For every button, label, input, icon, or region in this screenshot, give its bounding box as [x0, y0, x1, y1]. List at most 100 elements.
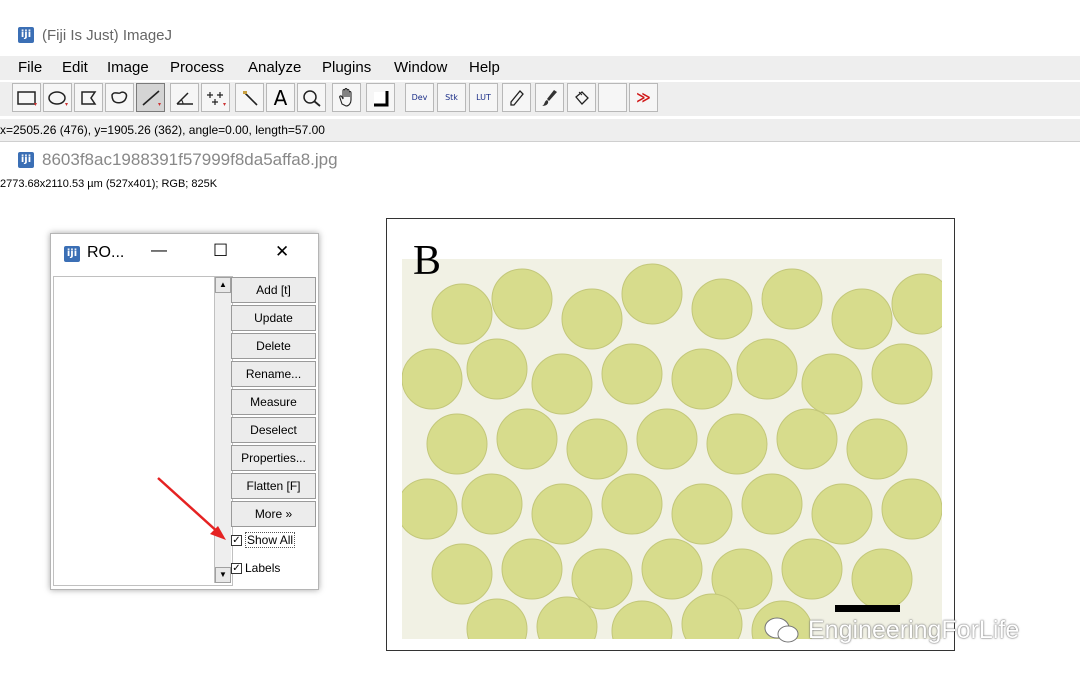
bead	[601, 343, 663, 405]
watermark: EngineeringForLife	[762, 615, 1019, 645]
wand-tool[interactable]	[235, 83, 264, 112]
bead	[496, 408, 558, 470]
bead	[501, 538, 563, 600]
color-picker-tool[interactable]	[366, 83, 395, 112]
fiji-icon: iji	[18, 27, 34, 43]
app-titlebar: iji (Fiji Is Just) ImageJ	[18, 25, 172, 45]
minimize-button[interactable]: —	[151, 242, 167, 260]
freehand-tool[interactable]	[105, 83, 134, 112]
text-tool-label: A	[273, 85, 288, 110]
more-tools-label: ≫	[636, 89, 651, 106]
menu-window[interactable]: Window	[394, 59, 447, 76]
bead	[491, 268, 553, 330]
scale-bar	[835, 605, 900, 612]
developer-menu-label: Dev	[411, 93, 428, 102]
bead	[811, 483, 873, 545]
properties-button[interactable]: Properties...	[231, 445, 316, 471]
text-tool[interactable]: A	[266, 83, 295, 112]
image-window-titlebar: iji 8603f8ac1988391f57999f8da5affa8.jpg	[18, 150, 338, 170]
bead	[831, 288, 893, 350]
bead	[431, 283, 493, 345]
toolbar: A Dev Stk LUT ≫	[0, 82, 1080, 116]
bead	[466, 338, 528, 400]
developer-menu[interactable]: Dev	[405, 83, 434, 112]
bead	[871, 343, 933, 405]
bead	[461, 473, 523, 535]
labels-checkbox[interactable]: ✓ Labels	[231, 558, 316, 578]
menu-bar: File Edit Image Process Analyze Plugins …	[0, 56, 1080, 80]
empty-slot	[598, 83, 627, 112]
menu-plugins[interactable]: Plugins	[322, 59, 371, 76]
angle-tool[interactable]	[170, 83, 199, 112]
bead	[402, 478, 458, 540]
more-tools-switch[interactable]: ≫	[629, 83, 658, 112]
bead	[641, 538, 703, 600]
annotation-arrow-icon	[157, 477, 226, 540]
maximize-button[interactable]: ☐	[213, 241, 228, 261]
bead	[851, 548, 913, 610]
bead	[706, 413, 768, 475]
lut-menu[interactable]: LUT	[469, 83, 498, 112]
bead	[691, 278, 753, 340]
bead	[801, 353, 863, 415]
update-button[interactable]: Update	[231, 305, 316, 331]
scroll-up-icon[interactable]: ▲	[215, 277, 231, 293]
menu-file[interactable]: File	[18, 59, 42, 76]
magnifying-glass-tool[interactable]	[297, 83, 326, 112]
scrolling-tool[interactable]	[332, 83, 361, 112]
fiji-icon: iji	[18, 152, 34, 168]
bead	[561, 288, 623, 350]
image-window-title: 8603f8ac1988391f57999f8da5affa8.jpg	[42, 150, 338, 169]
bead	[671, 483, 733, 545]
status-bar: x=2505.26 (476), y=1905.26 (362), angle=…	[0, 119, 1080, 142]
fiji-icon: iji	[64, 246, 80, 262]
bead	[531, 483, 593, 545]
app-title: (Fiji Is Just) ImageJ	[42, 26, 173, 44]
labels-label: Labels	[245, 561, 281, 575]
brush-tool[interactable]	[535, 83, 564, 112]
more-button[interactable]: More »	[231, 501, 316, 527]
polygon-tool[interactable]	[74, 83, 103, 112]
bead	[761, 268, 823, 330]
bead	[566, 418, 628, 480]
bead	[601, 473, 663, 535]
bead	[776, 408, 838, 470]
straight-line-tool[interactable]	[136, 83, 165, 112]
bead	[736, 338, 798, 400]
oval-tool[interactable]	[43, 83, 72, 112]
measure-button[interactable]: Measure	[231, 389, 316, 415]
wechat-icon	[764, 617, 799, 643]
point-tool[interactable]	[201, 83, 230, 112]
roi-manager-titlebar[interactable]: iji RO... — ☐ ✕	[51, 234, 318, 274]
figure-label: B	[413, 238, 442, 284]
show-all-checkbox[interactable]: ✓ Show All	[231, 530, 316, 550]
bead	[426, 413, 488, 475]
lut-menu-label: LUT	[476, 93, 491, 102]
pencil-tool[interactable]	[502, 83, 531, 112]
watermark-text: EngineeringForLife	[808, 615, 1020, 644]
menu-process[interactable]: Process	[170, 59, 224, 76]
stacks-menu[interactable]: Stk	[437, 83, 466, 112]
deselect-button[interactable]: Deselect	[231, 417, 316, 443]
menu-analyze[interactable]: Analyze	[248, 59, 301, 76]
image-canvas[interactable]: B	[386, 218, 955, 651]
add-button[interactable]: Add [t]	[231, 277, 316, 303]
image-info: 2773.68x2110.53 µm (527x401); RGB; 825K	[0, 178, 218, 190]
menu-edit[interactable]: Edit	[62, 59, 88, 76]
bead	[636, 408, 698, 470]
rename-button[interactable]: Rename...	[231, 361, 316, 387]
bead	[881, 478, 942, 540]
flood-filler-tool[interactable]	[567, 83, 596, 112]
status-text: x=2505.26 (476), y=1905.26 (362), angle=…	[0, 123, 325, 137]
bead	[671, 348, 733, 410]
scroll-down-icon[interactable]: ▼	[215, 567, 231, 583]
show-all-label: Show All	[245, 532, 296, 548]
delete-button[interactable]: Delete	[231, 333, 316, 359]
close-button[interactable]: ✕	[275, 242, 289, 262]
flatten-button[interactable]: Flatten [F]	[231, 473, 316, 499]
bead	[531, 353, 593, 415]
menu-image[interactable]: Image	[107, 59, 149, 76]
rectangle-tool[interactable]	[12, 83, 41, 112]
bead	[741, 473, 803, 535]
menu-help[interactable]: Help	[469, 59, 500, 76]
